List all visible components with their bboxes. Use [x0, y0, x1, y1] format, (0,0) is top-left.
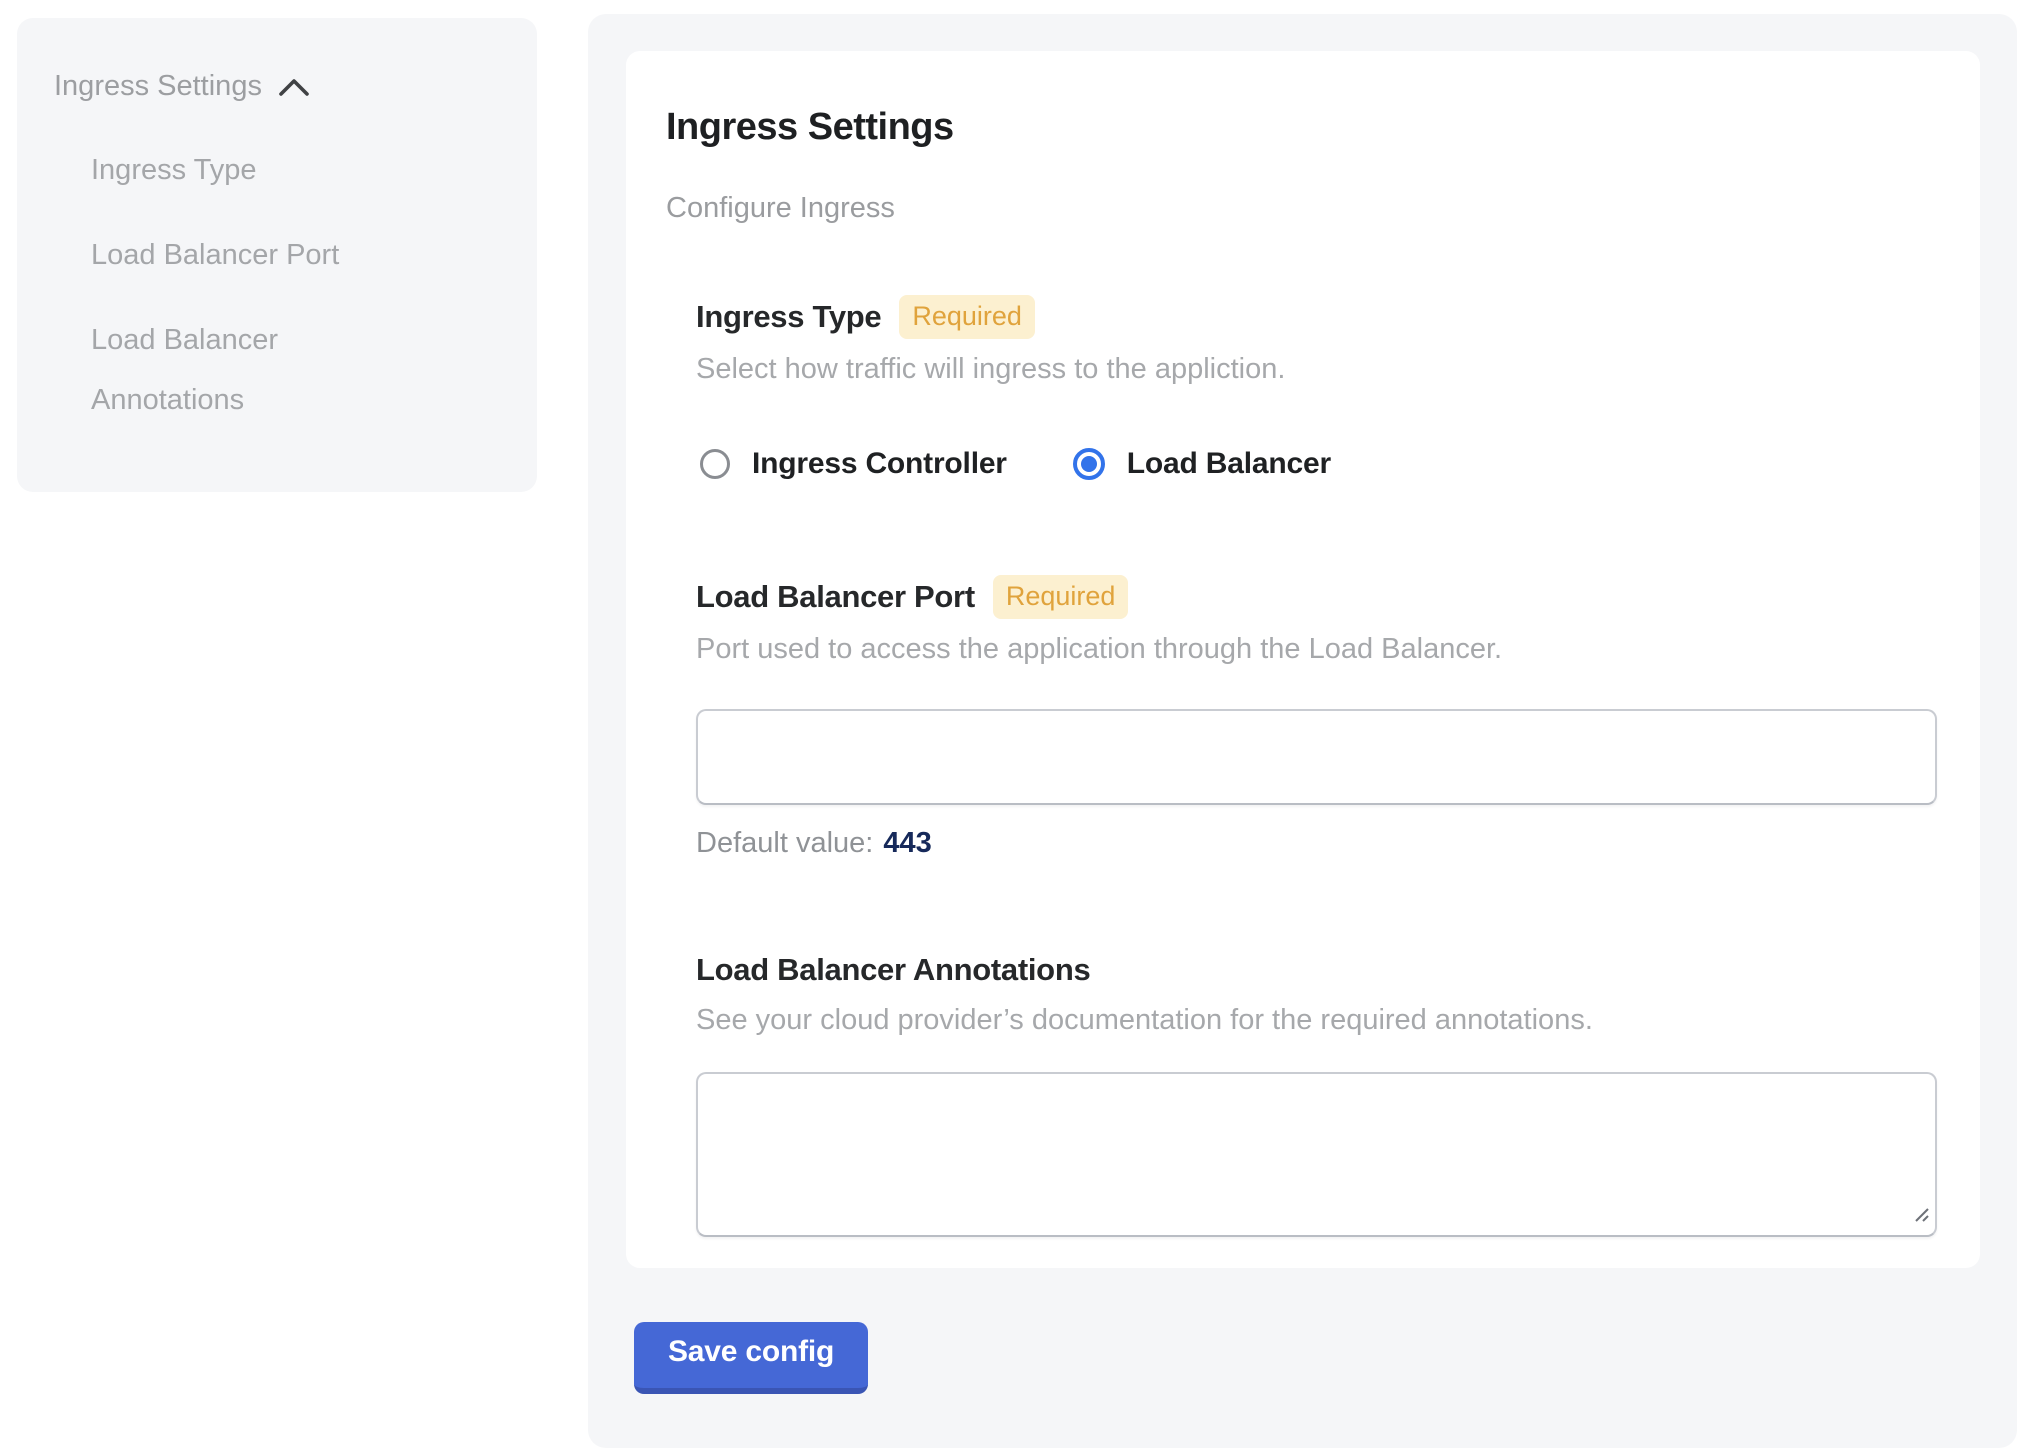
field-label-row: Ingress Type Required: [696, 295, 1936, 339]
annotations-textarea-wrap: [696, 1072, 1937, 1237]
required-badge: Required: [993, 575, 1129, 619]
field-load-balancer-annotations: Load Balancer Annotations See your cloud…: [696, 950, 1936, 1237]
load-balancer-port-input[interactable]: [696, 709, 1937, 805]
sidebar-section-title: Ingress Settings: [54, 66, 262, 106]
default-value-label: Default value:: [696, 827, 873, 859]
sidebar-section-toggle[interactable]: Ingress Settings: [54, 66, 507, 106]
sidebar-item-load-balancer-port[interactable]: Load Balancer Port: [91, 225, 391, 285]
page-subtitle: Configure Ingress: [666, 191, 1936, 225]
chevron-up-icon: [278, 75, 310, 97]
field-label-row: Load Balancer Port Required: [696, 575, 1936, 619]
ingress-type-radio-group: Ingress Controller Load Balancer: [700, 447, 1936, 481]
field-description: See your cloud provider’s documentation …: [696, 1002, 1936, 1038]
radio-label: Ingress Controller: [752, 447, 1007, 481]
default-value: 443: [883, 827, 931, 859]
ingress-settings-card: Ingress Settings Configure Ingress Ingre…: [626, 51, 1980, 1268]
radio-button-load-balancer[interactable]: [1073, 448, 1105, 480]
config-panel: Ingress Settings Configure Ingress Ingre…: [588, 14, 2017, 1448]
sidebar-item-ingress-type[interactable]: Ingress Type: [91, 140, 391, 200]
field-label: Ingress Type: [696, 297, 881, 337]
load-balancer-annotations-textarea[interactable]: [696, 1072, 1937, 1237]
radio-option-load-balancer[interactable]: Load Balancer: [1073, 447, 1331, 481]
radio-label: Load Balancer: [1127, 447, 1331, 481]
default-value-line: Default value: 443: [696, 827, 1936, 860]
sidebar-item-load-balancer-annotations[interactable]: Load Balancer Annotations: [91, 310, 391, 430]
field-ingress-type: Ingress Type Required Select how traffic…: [696, 295, 1936, 481]
field-description: Select how traffic will ingress to the a…: [696, 351, 1936, 387]
radio-option-ingress-controller[interactable]: Ingress Controller: [700, 447, 1007, 481]
settings-nav-panel: Ingress Settings Ingress Type Load Balan…: [17, 18, 537, 492]
field-description: Port used to access the application thro…: [696, 631, 1936, 667]
sidebar-item-list: Ingress Type Load Balancer Port Load Bal…: [54, 140, 507, 430]
radio-button-ingress-controller[interactable]: [700, 449, 730, 479]
save-config-button[interactable]: Save config: [634, 1322, 868, 1394]
field-label: Load Balancer Port: [696, 577, 975, 617]
page-title: Ingress Settings: [666, 107, 1936, 147]
field-label: Load Balancer Annotations: [696, 950, 1090, 990]
field-load-balancer-port: Load Balancer Port Required Port used to…: [696, 575, 1936, 860]
required-badge: Required: [899, 295, 1035, 339]
radio-dot: [1081, 456, 1097, 472]
page: Ingress Settings Ingress Type Load Balan…: [0, 0, 2036, 1452]
field-label-row: Load Balancer Annotations: [696, 950, 1936, 990]
